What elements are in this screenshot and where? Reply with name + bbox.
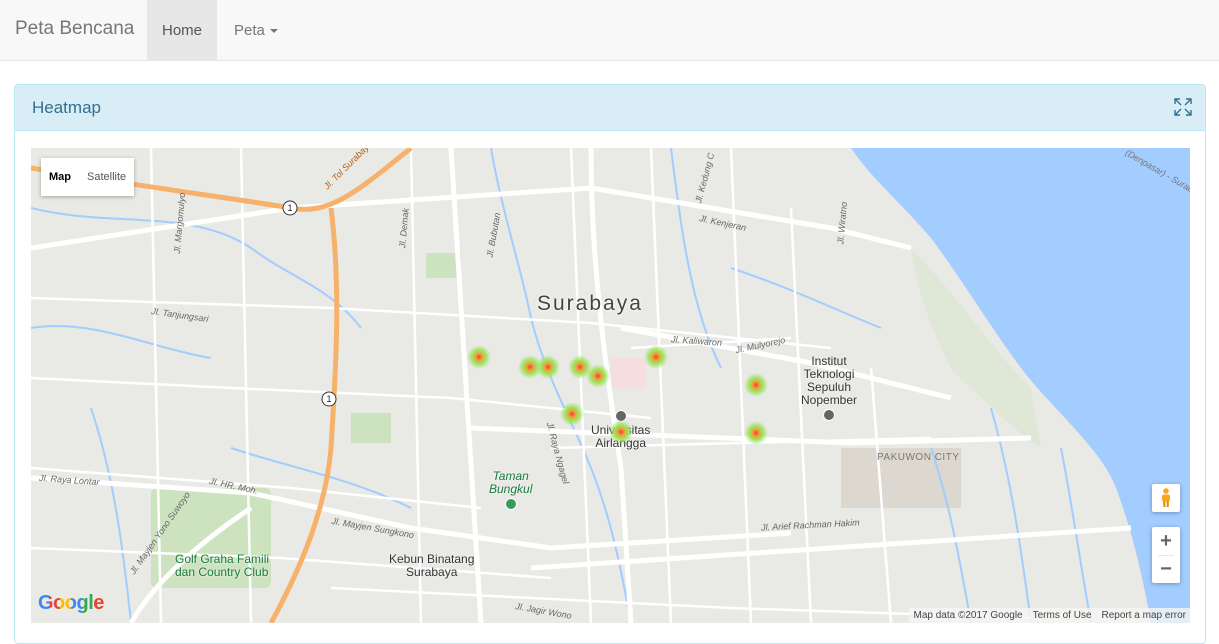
nav-item-peta-label: Peta (234, 22, 265, 39)
google-logo[interactable]: Google (38, 592, 104, 615)
heatmap-point (536, 355, 560, 379)
caret-down-icon (269, 29, 278, 34)
expand-icon[interactable] (1173, 97, 1193, 117)
heatmap-point (644, 345, 668, 369)
map-canvas[interactable]: 1 1 Jl. Tol Surabaya Jl. Margomulyo Jl. … (31, 148, 1190, 623)
heatmap-point (560, 402, 584, 426)
street-view-pegman-icon[interactable] (1152, 484, 1180, 512)
map-type-map-button[interactable]: Map (41, 158, 79, 196)
navbar-brand[interactable]: Peta Bencana (15, 18, 134, 40)
zoom-control: + − (1152, 527, 1180, 583)
heatmap-point (744, 373, 768, 397)
google-logo-text: Google (38, 592, 104, 614)
heatmap-point (744, 421, 768, 445)
panel-title: Heatmap (32, 98, 101, 117)
panel-heading: Heatmap (15, 85, 1205, 131)
nav-item-home[interactable]: Home (147, 0, 217, 60)
zoom-out-button[interactable]: − (1152, 555, 1180, 583)
map-type-control: Map Satellite (41, 158, 135, 196)
map-type-satellite-button[interactable]: Satellite (79, 158, 134, 196)
navbar: Peta Bencana Home Peta (0, 0, 1219, 61)
heatmap-point (586, 364, 610, 388)
terms-of-use-link[interactable]: Terms of Use (1033, 610, 1092, 621)
heatmap-point (609, 420, 633, 444)
map-attribution: Map data ©2017 Google Terms of Use Repor… (909, 608, 1190, 623)
heatmap-point (467, 345, 491, 369)
zoom-divider (1158, 555, 1174, 556)
report-map-error-link[interactable]: Report a map error (1102, 610, 1186, 621)
zoom-in-button[interactable]: + (1152, 527, 1180, 555)
nav-item-peta-dropdown[interactable]: Peta (234, 0, 278, 60)
heatmap-layer (467, 345, 768, 445)
map-data-credit: Map data ©2017 Google (913, 610, 1023, 621)
